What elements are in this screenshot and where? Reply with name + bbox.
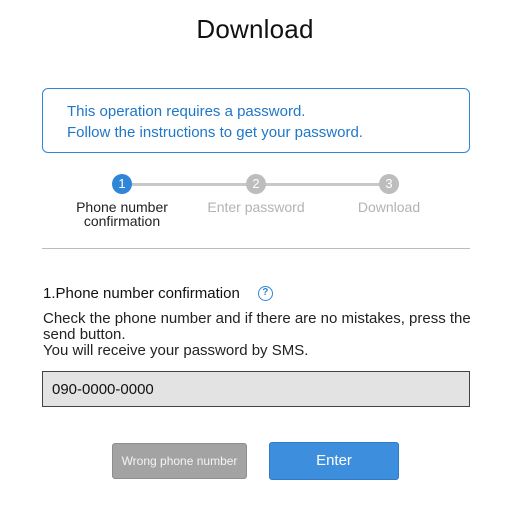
step-connector-2-3	[256, 183, 389, 186]
notice-line-1: This operation requires a password.	[67, 103, 306, 120]
wrong-phone-number-button[interactable]: Wrong phone number	[112, 443, 247, 479]
instructions: Check the phone number and if there are …	[43, 311, 473, 359]
step-connector-1-2	[122, 183, 256, 186]
section-divider	[42, 248, 470, 249]
instruction-text-2: You will receive your password by SMS.	[43, 342, 309, 359]
phone-number-field[interactable]	[42, 371, 470, 407]
progress-steps: 1 2 3 Phone number confirmation Enter pa…	[0, 174, 510, 234]
notice-line-2: Follow the instructions to get your pass…	[67, 124, 363, 141]
step-3-label: Download	[357, 199, 421, 215]
step-3-indicator: 3	[379, 174, 399, 194]
enter-button[interactable]: Enter	[269, 442, 399, 480]
help-icon[interactable]: ?	[257, 286, 273, 301]
step-1-label: Phone number confirmation	[76, 199, 168, 229]
instruction-text-1: Check the phone number and if there are …	[43, 310, 471, 343]
page-title: Download	[196, 14, 314, 44]
step-2-indicator: 2	[246, 174, 266, 194]
section-title: 1.Phone number confirmation	[43, 285, 240, 302]
step-2-label: Enter password	[207, 199, 305, 215]
section-header: 1.Phone number confirmation ?	[43, 285, 273, 302]
password-notice: This operation requires a password. Foll…	[42, 88, 470, 153]
step-1-indicator: 1	[112, 174, 132, 194]
